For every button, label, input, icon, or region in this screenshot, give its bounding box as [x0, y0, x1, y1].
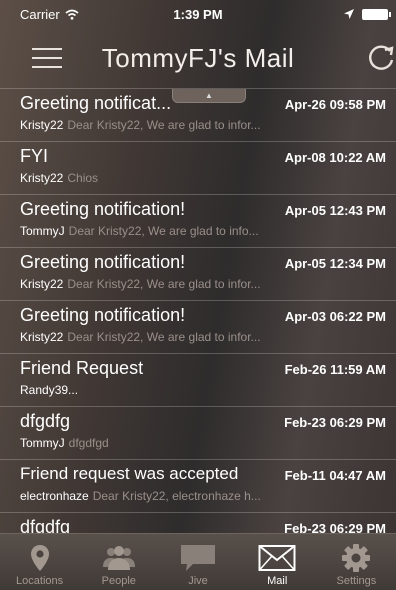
tab-people[interactable]: People — [79, 534, 158, 590]
message-subject: Greeting notificat... — [20, 93, 172, 113]
carrier-group: Carrier — [20, 7, 79, 22]
message-row[interactable]: Greeting notification! Apr-05 12:43 PM T… — [0, 194, 396, 247]
message-date: Apr-03 06:22 PM — [284, 309, 386, 324]
tab-label: Jive — [188, 575, 208, 587]
message-preview: Dear Kristy22, We are glad to info... — [68, 224, 259, 238]
envelope-icon — [258, 545, 296, 571]
tab-label: Locations — [16, 575, 64, 587]
message-row[interactable]: dfgdfg Feb-23 06:29 PM TommyJ dfgdfgd — [0, 406, 396, 459]
message-meta: Randy39... — [20, 383, 386, 397]
message-subject: Greeting notification! — [20, 199, 186, 219]
message-sender: Kristy22 — [20, 277, 64, 291]
message-date: Feb-26 11:59 AM — [284, 362, 386, 377]
chat-bubble-icon — [181, 545, 215, 571]
message-subject: dfgdfg — [20, 411, 71, 431]
message-subject: Greeting notification! — [20, 252, 186, 272]
status-right-group — [344, 8, 391, 20]
message-sender: TommyJ — [20, 436, 65, 450]
tab-label: Settings — [336, 575, 377, 587]
location-arrow-icon — [344, 9, 354, 19]
wifi-icon — [65, 9, 79, 20]
message-sender: Kristy22 — [20, 330, 64, 344]
mail-screen: Carrier 1:39 PM TommyFJ's Mail ▲ Greetin… — [0, 0, 396, 590]
message-preview: Chios — [67, 171, 99, 185]
message-sender: Kristy22 — [20, 118, 64, 132]
message-date: Apr-26 09:58 PM — [284, 97, 386, 112]
message-subject: Greeting notification! — [20, 305, 186, 325]
message-sender: Randy39... — [20, 383, 79, 397]
nav-bar: TommyFJ's Mail — [0, 28, 396, 88]
message-subject: Friend Request — [20, 358, 144, 378]
message-preview: Dear Kristy22, We are glad to infor... — [67, 118, 261, 132]
message-date: Apr-08 10:22 AM — [284, 150, 386, 165]
status-bar: Carrier 1:39 PM — [0, 0, 396, 28]
location-pin-icon — [30, 545, 49, 571]
tab-jive[interactable]: Jive — [158, 534, 237, 590]
message-sender: TommyJ — [20, 224, 65, 238]
message-row[interactable]: Greeting notification! Apr-05 12:34 PM K… — [0, 247, 396, 300]
message-meta: electronhaze Dear Kristy22, electronhaze … — [20, 489, 386, 503]
message-sender: Kristy22 — [20, 171, 64, 185]
refresh-icon[interactable] — [366, 42, 396, 74]
tab-label: Mail — [267, 575, 288, 587]
message-preview: Dear Kristy22, We are glad to infor... — [67, 277, 261, 291]
carrier-label: Carrier — [20, 6, 60, 22]
message-meta: Kristy22 Chios — [20, 171, 386, 185]
message-meta: Kristy22 Dear Kristy22, We are glad to in… — [20, 118, 386, 132]
message-date: Apr-05 12:34 PM — [284, 256, 386, 271]
message-subject: dfgdfg — [20, 517, 71, 534]
message-meta: TommyJ Dear Kristy22, We are glad to info… — [20, 224, 386, 238]
message-row[interactable]: Friend request was accepted Feb-11 04:47… — [0, 459, 396, 512]
menu-icon[interactable] — [32, 48, 62, 68]
tab-bar: Locations People Jive Mail Settings — [0, 533, 396, 590]
message-row[interactable]: Greeting notification! Apr-03 06:22 PM K… — [0, 300, 396, 353]
message-row[interactable]: FYI Apr-08 10:22 AM Kristy22 Chios — [0, 141, 396, 194]
tab-label: People — [101, 575, 136, 587]
tab-settings[interactable]: Settings — [317, 534, 396, 590]
message-list[interactable]: Greeting notificat... Apr-26 09:58 PM Kr… — [0, 88, 396, 534]
caret-up-icon: ▲ — [205, 90, 213, 100]
message-date: Feb-23 06:29 PM — [284, 415, 386, 430]
gear-icon — [342, 544, 371, 572]
message-meta: TommyJ dfgdfgd — [20, 436, 386, 450]
message-date: Feb-11 04:47 AM — [284, 468, 386, 483]
message-row[interactable]: dfgdfg Feb-23 06:29 PM — [0, 512, 396, 534]
message-meta: Kristy22 Dear Kristy22, We are glad to in… — [20, 277, 386, 291]
tab-mail[interactable]: Mail — [238, 534, 317, 590]
battery-icon — [362, 8, 391, 20]
message-preview: Dear Kristy22, We are glad to infor... — [67, 330, 261, 344]
message-sender: electronhaze — [20, 489, 89, 503]
tab-locations[interactable]: Locations — [0, 534, 79, 590]
message-preview: Dear Kristy22, electronhaze h... — [92, 489, 261, 503]
message-meta: Kristy22 Dear Kristy22, We are glad to in… — [20, 330, 386, 344]
message-preview: dfgdfgd — [68, 436, 109, 450]
message-date: Apr-05 12:43 PM — [284, 203, 386, 218]
message-subject: FYI — [20, 146, 49, 166]
pull-down-handle[interactable]: ▲ — [172, 89, 246, 103]
people-icon — [102, 546, 135, 570]
message-subject: Friend request was accepted — [20, 464, 239, 483]
message-row[interactable]: Friend Request Feb-26 11:59 AM Randy39..… — [0, 353, 396, 406]
